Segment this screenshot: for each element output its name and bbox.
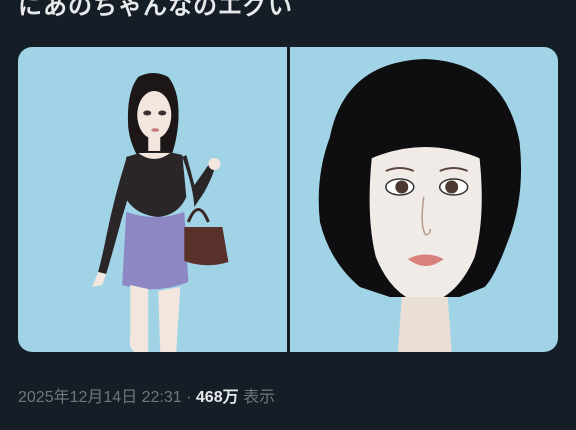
views-label: 表示 (243, 389, 276, 406)
media-grid (18, 47, 558, 352)
views-count: 468万 (195, 389, 239, 406)
media-image-1[interactable] (18, 47, 287, 352)
tweet-text: にあのちゃんなのエグい (18, 0, 293, 20)
timestamp-link[interactable]: 2025年12月14日 22:31 (18, 389, 182, 406)
portrait-illustration (318, 59, 521, 352)
media-image-2[interactable] (289, 47, 558, 352)
full-body-illustration (92, 73, 229, 352)
tweet-view: にあのちゃんなのエグい 2025年12月14日 22:31 · 468万 表示 (0, 0, 576, 430)
meta-separator: · (181, 389, 196, 406)
tweet-meta: 2025年12月14日 22:31 · 468万 表示 (18, 383, 275, 407)
